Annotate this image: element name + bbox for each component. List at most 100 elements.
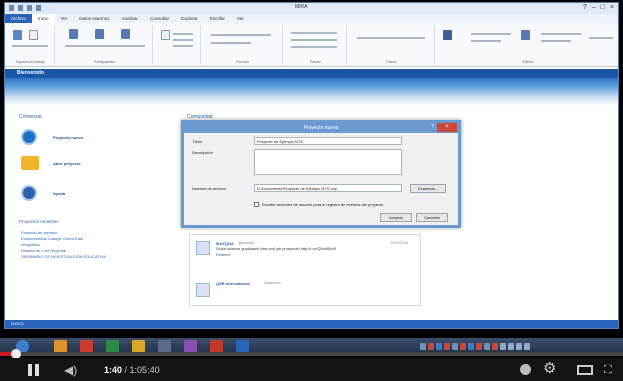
redo-icon[interactable] [27,5,32,11]
clipboard-icon[interactable] [29,30,38,40]
dialog-close-icon[interactable]: × [437,123,457,132]
log-events-checkbox[interactable] [254,202,259,207]
tab-external-data[interactable]: Datos externos [73,14,115,23]
ribbon-label-placeholder [12,45,48,47]
help-window-icon[interactable]: ? [583,4,587,12]
find-icon[interactable] [521,30,530,40]
tab-create[interactable]: Ver [55,14,74,23]
dialog-help-icon[interactable]: ? [431,124,434,130]
close-window-icon[interactable]: × [610,4,614,12]
status-bar: NVIVO [5,320,618,328]
ribbon-group-format: Formato [203,25,283,65]
tray-icon[interactable] [508,343,514,350]
retweet-link[interactable]: Retweet [216,253,230,257]
tray-icon[interactable] [500,343,506,350]
community-feed: MAXQDA @maxqda 20/10/2015 Social science… [189,234,421,306]
settings-gear-icon[interactable]: ⚙ [543,360,556,378]
dialog-title: Proyecto nuevo [303,125,339,131]
cancel-button[interactable]: Cancelar [416,213,448,222]
post-author[interactable]: MAXQDA [216,241,234,246]
tab-view[interactable]: Ver [231,14,250,23]
tab-home[interactable]: Inicio [32,14,55,23]
help-icon[interactable] [21,185,37,201]
tray-icon[interactable] [468,343,474,350]
open-project-link[interactable]: Abrir proyecto [53,161,81,166]
title-field[interactable]: Proyecto de Ejemplo NTS [254,137,402,145]
recent-projects-title: Proyectos recientes [19,219,59,224]
recent-project-item[interactable]: Infográfica [21,242,40,247]
post-author[interactable]: QSR International [216,281,250,286]
tab-explore[interactable]: Explorar [175,14,204,23]
maximize-icon[interactable]: □ [601,4,605,12]
new-project-link[interactable]: Proyecto nuevo [53,135,83,140]
avatar[interactable] [196,283,210,297]
ribbon-label-placeholder [173,33,193,35]
avatar[interactable] [196,241,210,255]
post-handle: @qsrnvivo [264,281,281,285]
system-tray [420,343,530,350]
tray-icon[interactable] [420,343,426,350]
ribbon: Espacio de trabajo Portapapeles Formato [5,23,618,67]
tray-icon[interactable] [452,343,458,350]
paragraph-buttons[interactable] [291,46,337,48]
browse-button[interactable]: Examinar... [410,184,446,193]
dialog-title-bar: Proyecto nuevo ? × [184,123,458,133]
theater-mode-icon[interactable] [577,365,593,375]
font-style-buttons[interactable] [211,42,251,44]
ribbon-group-paste [155,25,201,65]
font-selector[interactable] [211,34,271,36]
go-back-icon[interactable] [13,30,22,40]
video-progress-bar[interactable] [0,349,623,359]
paragraph-buttons[interactable] [291,39,337,41]
time-display: 1:40 / 1:05:40 [104,365,160,375]
recent-project-item[interactable]: Historia de Lord Regional [21,248,66,253]
player-controls: ◀) 1:40 / 1:05:40 ⚙ ⛶ [0,358,623,381]
header-banner [5,78,618,106]
volume-icon[interactable]: ◀) [64,363,77,377]
recent-project-item[interactable]: SEMINARIO DE INVESTIGACIÓN EDUCATIVA [21,254,106,259]
pause-button[interactable] [28,364,40,376]
new-project-icon[interactable] [21,129,37,145]
tab-query[interactable]: Consultar [144,14,175,23]
ribbon-group-paragraph: Párrafo [285,25,347,65]
window-controls: ? – □ × [583,4,614,12]
quick-access-toolbar [9,5,41,11]
tray-icon[interactable] [444,343,450,350]
tab-layout[interactable]: Escribir [204,14,231,23]
pen-icon[interactable] [121,29,130,39]
tray-icon[interactable] [516,343,522,350]
save-icon[interactable] [9,5,14,11]
minimize-icon[interactable]: – [592,4,596,12]
recent-project-item[interactable]: Environmental Change Green East [21,236,83,241]
description-field[interactable] [254,149,402,175]
recent-project-item[interactable]: Proyecto de ejemplo [21,230,57,235]
tab-analyze[interactable]: Analizar [116,14,144,23]
tray-icon[interactable] [492,343,498,350]
select-icon[interactable] [443,30,452,40]
watch-later-icon[interactable] [520,364,531,375]
group-label: Espacio de trabajo [16,60,45,64]
styles-selector[interactable] [357,37,425,39]
title-label: Título [192,139,203,144]
tray-icon[interactable] [428,343,434,350]
customize-icon[interactable] [36,5,41,11]
scissors-icon[interactable] [69,29,78,39]
copy-icon[interactable] [95,29,104,39]
tray-icon[interactable] [484,343,490,350]
tray-icon[interactable] [476,343,482,350]
paste-icon[interactable] [161,30,170,40]
fullscreen-icon[interactable]: ⛶ [604,363,612,377]
help-link[interactable]: Ayuda [53,191,65,196]
paragraph-buttons[interactable] [291,32,337,34]
folder-icon[interactable] [21,156,39,170]
tray-icon[interactable] [460,343,466,350]
accept-button[interactable]: Aceptar [380,213,412,222]
undo-icon[interactable] [18,5,23,11]
filename-field[interactable]: D:\Documents\Proyecto de Ejemplo NTS.nvp [254,184,402,192]
tab-file[interactable]: Archivo [5,14,33,23]
tray-icon[interactable] [436,343,442,350]
pause-icon [35,364,39,376]
start-section-title: Comenzar [19,114,43,120]
tray-icon[interactable] [524,343,530,350]
welcome-header: Bienvenido [5,69,618,78]
